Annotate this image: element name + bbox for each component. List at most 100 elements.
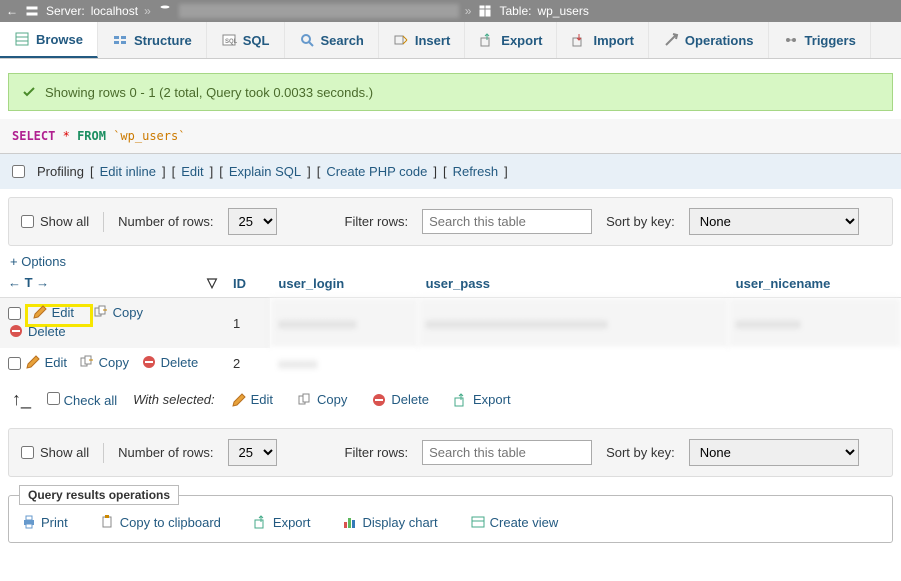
sort-indicator-icon[interactable]: ▽ (207, 275, 217, 291)
cell-user-pass (418, 348, 728, 379)
bracket: [ (219, 164, 223, 179)
tab-triggers[interactable]: Triggers (769, 22, 871, 58)
row-delete-button[interactable]: Delete (8, 323, 66, 339)
options-toggle[interactable]: + Options (0, 250, 76, 273)
showall-checkbox[interactable] (21, 215, 34, 228)
print-button[interactable]: Print (21, 514, 68, 530)
tab-search[interactable]: Search (285, 22, 379, 58)
col-id[interactable]: ID (225, 269, 270, 298)
withsel-copy-button[interactable]: Copy (297, 392, 347, 408)
createphp-link[interactable]: Create PHP code (326, 164, 427, 179)
tab-import[interactable]: Import (557, 22, 648, 58)
filter-input[interactable] (422, 440, 592, 465)
view-icon (470, 514, 486, 530)
sortkey-select[interactable]: None (689, 439, 859, 466)
tab-sql-label: SQL (243, 33, 270, 48)
sort-arrows-icon[interactable]: ← T → (8, 275, 49, 290)
sql-keyword-from: FROM (77, 129, 106, 143)
tab-export[interactable]: Export (465, 22, 557, 58)
row-copy-button[interactable]: Copy (79, 354, 129, 370)
nav-left-icon[interactable]: ← (6, 4, 18, 18)
tab-sql[interactable]: SQL SQL (207, 22, 285, 58)
bracket: ] (210, 164, 214, 179)
breadcrumb-bar: ← Server: localhost » xxxxxxxxxxxxxxxxxx… (0, 0, 901, 22)
copy-icon (297, 392, 313, 408)
table-row: Edit Copy Delete 1 xxxxxxxxxxxx xxxxxxxx… (0, 298, 901, 349)
export-button[interactable]: Export (253, 514, 311, 530)
tab-export-label: Export (501, 33, 542, 48)
createview-button[interactable]: Create view (470, 514, 559, 530)
editinline-link[interactable]: Edit inline (100, 164, 156, 179)
withsel-delete-button[interactable]: Delete (371, 392, 429, 408)
explain-link[interactable]: Explain SQL (229, 164, 301, 179)
panel-title: Query results operations (19, 485, 179, 505)
server-link[interactable]: localhost (91, 4, 138, 18)
showall-checkbox[interactable] (21, 446, 34, 459)
cell-user-nicename (728, 348, 901, 379)
filter-input[interactable] (422, 209, 592, 234)
table-label: Table: (499, 4, 531, 18)
database-icon (157, 3, 173, 19)
print-icon (21, 514, 37, 530)
row-edit-button[interactable]: Edit (32, 304, 74, 320)
table-link[interactable]: wp_users (537, 4, 588, 18)
chart-button[interactable]: Display chart (342, 514, 437, 530)
pencil-icon (231, 392, 247, 408)
withsel-edit-button[interactable]: Edit (231, 392, 273, 408)
numrows-select[interactable]: 25 (228, 208, 277, 235)
showall-label[interactable]: Show all (21, 214, 89, 229)
col-user-pass[interactable]: user_pass (418, 269, 728, 298)
bracket: [ (317, 164, 321, 179)
table-icon (477, 3, 493, 19)
tab-browse[interactable]: Browse (0, 22, 98, 58)
export-icon (453, 392, 469, 408)
bracket: [ (443, 164, 447, 179)
profiling-checkbox[interactable] (12, 165, 25, 178)
sql-star: * (63, 129, 70, 143)
operations-icon (663, 32, 679, 48)
checkall-checkbox[interactable] (47, 392, 60, 405)
col-user-login[interactable]: user_login (270, 269, 417, 298)
row-checkbox[interactable] (8, 307, 21, 320)
database-value[interactable]: xxxxxxxxxxxxxxxxxxxxxxxxxxxxxx (179, 4, 459, 18)
sql-icon: SQL (221, 32, 237, 48)
search-icon (299, 32, 315, 48)
server-icon (24, 3, 40, 19)
with-selected-bar: ↑_ Check all With selected: Edit Copy De… (0, 379, 901, 420)
cell-id: 1 (225, 298, 270, 349)
pencil-icon (32, 304, 48, 320)
numrows-label: Number of rows: (118, 445, 213, 460)
withsel-export-button[interactable]: Export (453, 392, 511, 408)
arrow-up-icon: ↑_ (12, 389, 31, 410)
tab-structure[interactable]: Structure (98, 22, 207, 58)
filter-label: Filter rows: (345, 214, 409, 229)
tab-insert[interactable]: Insert (379, 22, 465, 58)
refresh-link[interactable]: Refresh (453, 164, 499, 179)
checkall-link[interactable]: Check all (64, 393, 117, 408)
bracket: ] (504, 164, 508, 179)
edit-link[interactable]: Edit (181, 164, 203, 179)
showall-label[interactable]: Show all (21, 445, 89, 460)
col-user-nicename[interactable]: user_nicename (728, 269, 901, 298)
bracket: ] (307, 164, 311, 179)
svg-text:SQL: SQL (225, 39, 237, 45)
export-icon (253, 514, 269, 530)
sortkey-select[interactable]: None (689, 208, 859, 235)
sql-query-box: SELECT * FROM `wp_users` (0, 119, 901, 154)
server-label: Server: (46, 4, 85, 18)
row-checkbox[interactable] (8, 357, 21, 370)
cell-id: 2 (225, 348, 270, 379)
check-icon (21, 84, 37, 100)
tab-operations[interactable]: Operations (649, 22, 769, 58)
copy-icon (79, 354, 95, 370)
clipboard-icon (100, 514, 116, 530)
row-edit-button[interactable]: Edit (25, 354, 67, 370)
tab-search-label: Search (321, 33, 364, 48)
copyclip-button[interactable]: Copy to clipboard (100, 514, 221, 530)
checkall-label[interactable]: Check all (47, 392, 117, 408)
browse-icon (14, 31, 30, 47)
row-copy-button[interactable]: Copy (93, 304, 143, 320)
row-delete-button[interactable]: Delete (141, 354, 199, 370)
numrows-select[interactable]: 25 (228, 439, 277, 466)
cell-user-login: xxxxxxxxxxxx (270, 298, 417, 349)
